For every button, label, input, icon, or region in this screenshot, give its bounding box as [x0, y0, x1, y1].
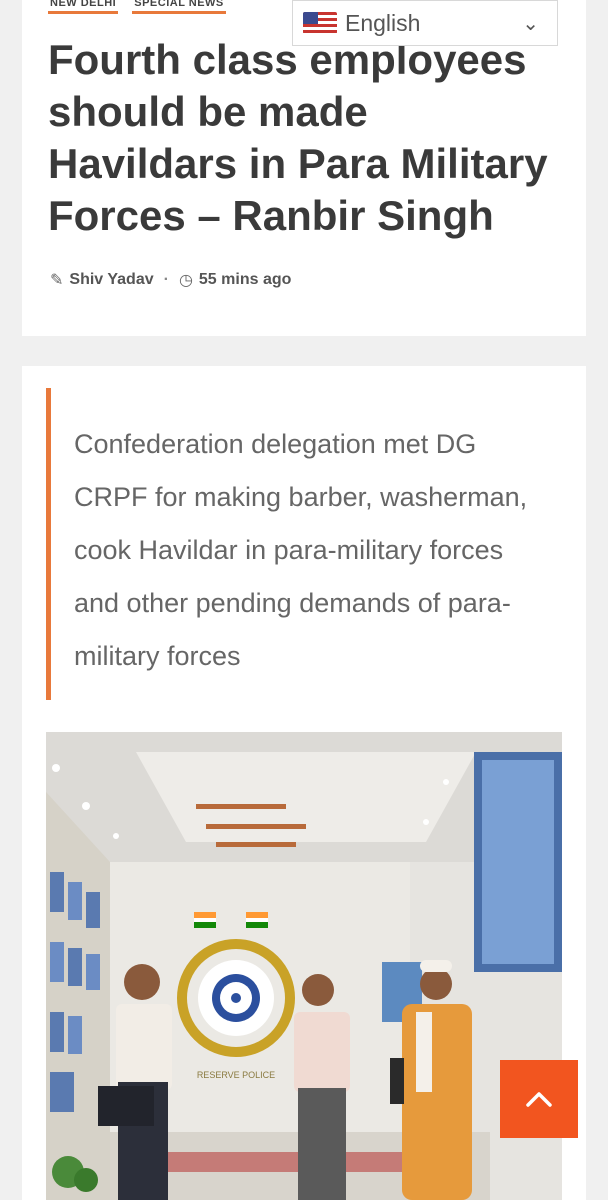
category-tag-special-news[interactable]: SPECIAL NEWS	[132, 0, 226, 14]
category-tags: NEW DELHI SPECIAL NEWS	[48, 0, 226, 14]
us-flag-icon	[303, 12, 337, 34]
article-meta: ✎ Shiv Yadav · ◷ 55 mins ago	[50, 270, 291, 290]
article-header-card: NEW DELHI SPECIAL NEWS Fourth class empl…	[22, 0, 586, 336]
meta-separator: ·	[163, 271, 169, 288]
clock-icon: ◷	[178, 272, 193, 289]
publish-time: 55 mins ago	[198, 271, 292, 288]
chevron-up-icon	[526, 1092, 552, 1107]
language-select[interactable]: English ⌄	[292, 0, 558, 46]
quote-accent-bar	[46, 388, 51, 700]
article-photo: RESERVE POLICE	[46, 732, 562, 1200]
edit-icon: ✎	[50, 272, 64, 289]
scroll-to-top-button[interactable]	[500, 1060, 578, 1138]
chevron-down-icon: ⌄	[522, 13, 539, 35]
article-title: Fourth class employees should be made Ha…	[48, 36, 548, 239]
category-tag-new-delhi[interactable]: NEW DELHI	[48, 0, 119, 14]
language-label: English	[345, 9, 421, 36]
article-quote: Confederation delegation met DG CRPF for…	[74, 429, 528, 671]
emblem-text: RESERVE POLICE	[197, 1070, 275, 1080]
author-name[interactable]: Shiv Yadav	[69, 271, 153, 289]
